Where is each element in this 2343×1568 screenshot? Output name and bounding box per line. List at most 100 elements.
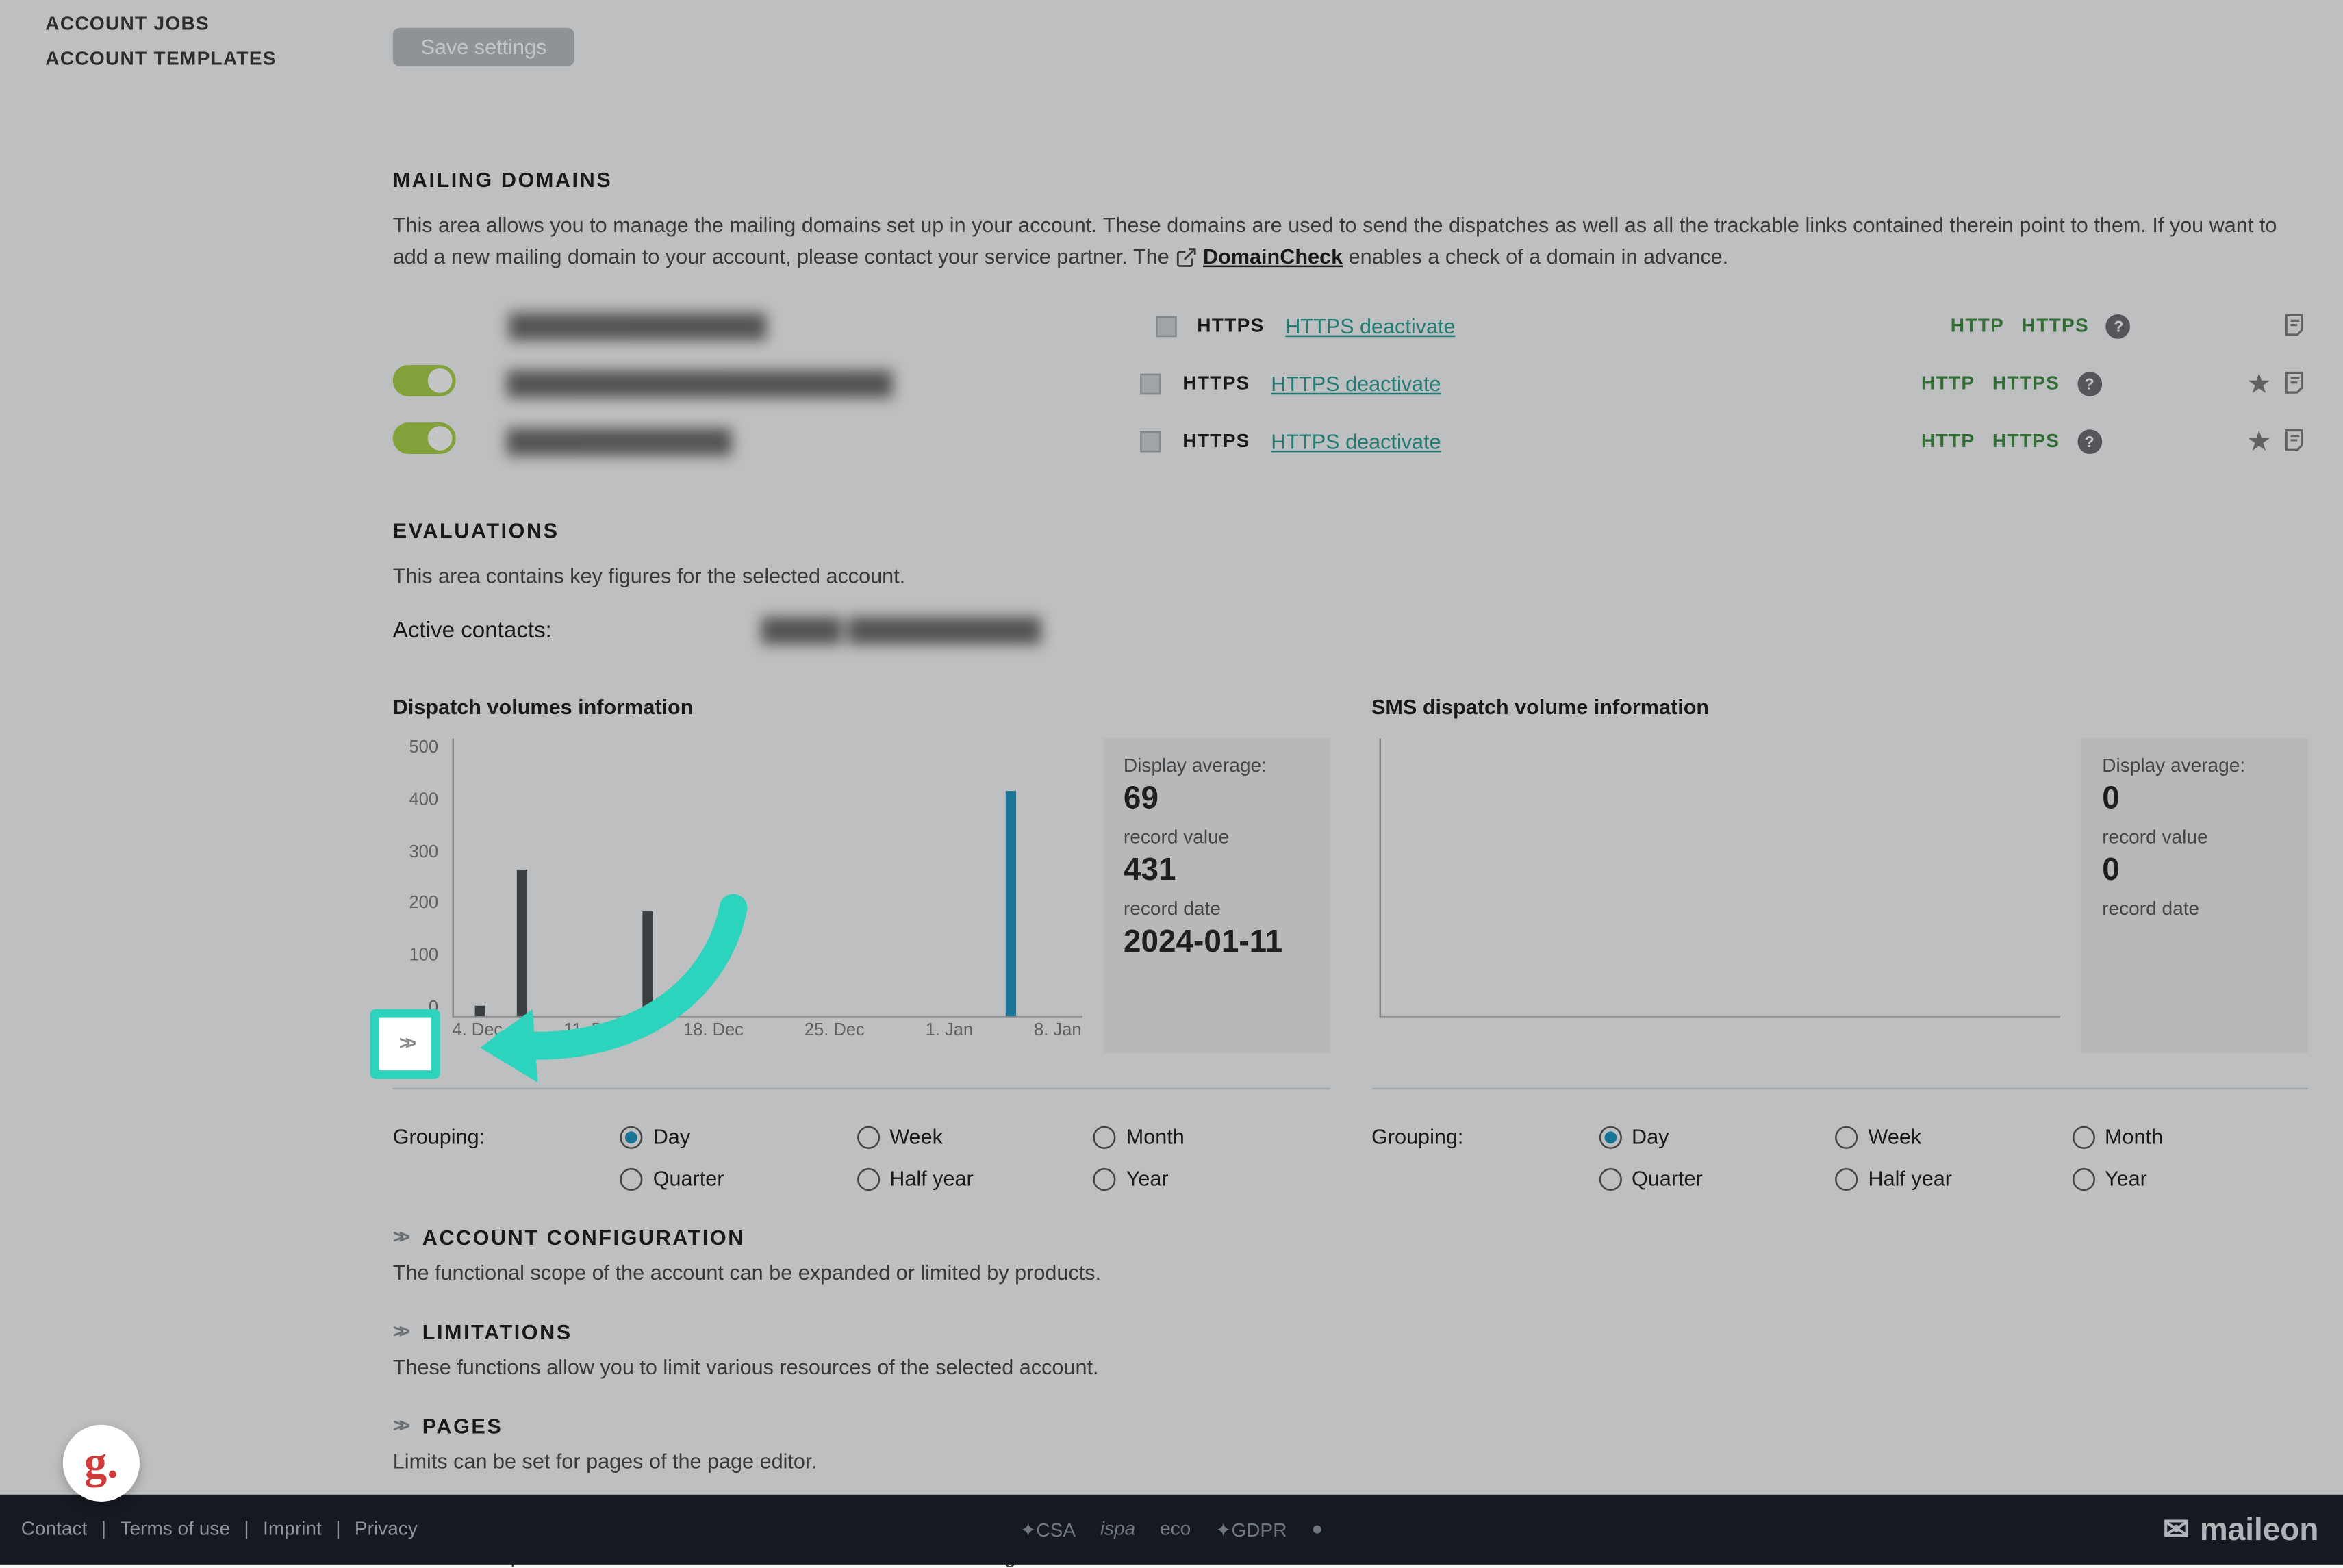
domain-toggle[interactable] bbox=[393, 422, 456, 454]
badge-csa: ✦CSA bbox=[1020, 1518, 1076, 1541]
footer-link-privacy[interactable]: Privacy bbox=[355, 1519, 418, 1541]
https-label: HTTPS bbox=[1197, 315, 1264, 336]
sidebar-item-account-jobs[interactable]: ACCOUNT JOBS bbox=[0, 7, 349, 42]
chevron-right-icon[interactable]: >> bbox=[393, 1322, 405, 1343]
star-icon[interactable]: ★ bbox=[2246, 366, 2272, 401]
domain-name: ████████████████████████ bbox=[507, 370, 893, 396]
radio-label: Year bbox=[1126, 1166, 1169, 1191]
radio-label: Quarter bbox=[1632, 1166, 1703, 1191]
limitations-section: >> LIMITATIONS These functions allow you… bbox=[393, 1320, 2308, 1380]
chart-bar bbox=[642, 911, 653, 1016]
help-widget-button[interactable]: g. bbox=[63, 1425, 140, 1502]
https-tag: HTTPS bbox=[2022, 315, 2089, 336]
chart-bar bbox=[1006, 790, 1016, 1016]
stat-date: 2024-01-11 bbox=[1124, 924, 1308, 961]
expander-desc: The functional scope of the account can … bbox=[393, 1261, 2308, 1285]
expander-title[interactable]: PAGES bbox=[422, 1415, 503, 1439]
help-icon[interactable]: ? bbox=[2106, 314, 2131, 338]
https-checkbox[interactable] bbox=[1141, 431, 1162, 452]
expander-title[interactable]: ACCOUNT CONFIGURATION bbox=[422, 1226, 745, 1250]
email-dispatch-chart: Dispatch volumes information 500 400 300… bbox=[393, 692, 1330, 1191]
chevron-right-icon[interactable]: >> bbox=[393, 1416, 405, 1437]
y-tick: 100 bbox=[409, 947, 438, 966]
mailing-domains-title: MAILING DOMAINS bbox=[393, 168, 2308, 192]
radio-label: Week bbox=[1869, 1124, 1922, 1149]
radio-label: Day bbox=[1632, 1124, 1669, 1149]
radio-quarter[interactable]: Quarter bbox=[1599, 1166, 1836, 1191]
radio-day[interactable]: Day bbox=[1599, 1124, 1836, 1149]
radio-year[interactable]: Year bbox=[2072, 1166, 2309, 1191]
https-deactivate-link[interactable]: HTTPS deactivate bbox=[1271, 429, 1441, 453]
radio-icon bbox=[857, 1125, 879, 1148]
domain-toggle[interactable] bbox=[393, 365, 456, 396]
help-icon[interactable]: ? bbox=[2077, 371, 2102, 396]
x-tick: 25. Dec bbox=[805, 1022, 865, 1053]
stat-label: record date bbox=[2102, 899, 2287, 920]
radio-month[interactable]: Month bbox=[2072, 1124, 2309, 1149]
mailing-domains-section: MAILING DOMAINS This area allows you to … bbox=[393, 168, 2308, 470]
y-tick: 500 bbox=[409, 739, 438, 758]
save-settings-button[interactable]: Save settings bbox=[393, 28, 574, 66]
radio-icon bbox=[857, 1167, 879, 1190]
notes-icon[interactable] bbox=[2282, 310, 2308, 342]
main-content: Save settings MAILING DOMAINS This area … bbox=[393, 0, 2308, 1568]
footer-link-imprint[interactable]: Imprint bbox=[263, 1519, 322, 1541]
http-tag: HTTP bbox=[1951, 315, 2004, 336]
stat-label: record value bbox=[2102, 828, 2287, 849]
radio-month[interactable]: Month bbox=[1093, 1124, 1330, 1149]
radio-half-year[interactable]: Half year bbox=[1835, 1166, 2072, 1191]
x-tick: 18. Dec bbox=[683, 1022, 744, 1053]
chevron-right-icon[interactable]: >> bbox=[393, 1228, 405, 1249]
https-label: HTTPS bbox=[1182, 431, 1250, 452]
https-checkbox[interactable] bbox=[1141, 372, 1162, 394]
radio-quarter[interactable]: Quarter bbox=[620, 1166, 857, 1191]
radio-label: Year bbox=[2105, 1166, 2147, 1191]
notes-icon[interactable] bbox=[2282, 425, 2308, 457]
radio-icon bbox=[620, 1167, 642, 1190]
radio-icon bbox=[2072, 1167, 2094, 1190]
radio-week[interactable]: Week bbox=[857, 1124, 1093, 1149]
star-icon[interactable]: ★ bbox=[2246, 423, 2272, 458]
grouping-label: Grouping: bbox=[393, 1124, 620, 1149]
badge-gdpr: ✦GDPR bbox=[1215, 1518, 1287, 1541]
expander-title[interactable]: LIMITATIONS bbox=[422, 1320, 572, 1345]
chart-plot: 500 400 300 200 100 0 4. Dec 11. Dec 18.… bbox=[393, 739, 1082, 1053]
external-link-icon bbox=[1175, 246, 1198, 269]
table-row: ████████████████████████ HTTPS HTTPS dea… bbox=[393, 355, 2308, 412]
brand-logo: ✉ maileon bbox=[2163, 1511, 2318, 1548]
radio-half-year[interactable]: Half year bbox=[857, 1166, 1093, 1191]
radio-icon bbox=[1835, 1167, 1858, 1190]
chevron-right-icon: >> bbox=[399, 1034, 411, 1055]
https-deactivate-link[interactable]: HTTPS deactivate bbox=[1271, 371, 1441, 396]
https-checkbox[interactable] bbox=[1155, 315, 1176, 336]
domain-table: ████████████████ HTTPS HTTPS deactivate … bbox=[393, 297, 2308, 470]
download-icon[interactable] bbox=[1305, 692, 1330, 721]
footer-link-contact[interactable]: Contact bbox=[21, 1519, 88, 1541]
active-contacts-label: Active contacts: bbox=[393, 616, 552, 642]
help-icon[interactable]: ? bbox=[2077, 429, 2102, 453]
radio-icon bbox=[1093, 1125, 1115, 1148]
sidebar-item-account-templates[interactable]: ACCOUNT TEMPLATES bbox=[0, 42, 349, 77]
expander-desc: Limits can be set for pages of the page … bbox=[393, 1450, 2308, 1474]
chart-title: SMS dispatch volume information bbox=[1371, 694, 1709, 719]
radio-week[interactable]: Week bbox=[1835, 1124, 2072, 1149]
x-tick: 8. Jan bbox=[1034, 1022, 1081, 1053]
mail-icon: ✉ bbox=[2163, 1511, 2189, 1548]
footer-link-terms[interactable]: Terms of use bbox=[120, 1519, 230, 1541]
download-icon[interactable] bbox=[2283, 692, 2308, 721]
account-config-section: >> ACCOUNT CONFIGURATION The functional … bbox=[393, 1226, 2308, 1285]
radio-label: Month bbox=[1126, 1124, 1185, 1149]
radio-year[interactable]: Year bbox=[1093, 1166, 1330, 1191]
stat-label: Display average: bbox=[1124, 756, 1308, 777]
evaluations-title: EVALUATIONS bbox=[393, 518, 2308, 543]
y-tick: 200 bbox=[409, 895, 438, 914]
https-label: HTTPS bbox=[1182, 372, 1250, 394]
domaincheck-link[interactable]: DomainCheck bbox=[1203, 244, 1343, 269]
notes-icon[interactable] bbox=[2282, 368, 2308, 399]
x-tick: 4. Dec bbox=[452, 1022, 503, 1053]
radio-day[interactable]: Day bbox=[620, 1124, 857, 1149]
radio-label: Week bbox=[889, 1124, 943, 1149]
badge-ispa: ispa bbox=[1100, 1519, 1135, 1541]
evaluations-section: EVALUATIONS This area contains key figur… bbox=[393, 518, 2308, 642]
https-deactivate-link[interactable]: HTTPS deactivate bbox=[1285, 314, 1455, 338]
